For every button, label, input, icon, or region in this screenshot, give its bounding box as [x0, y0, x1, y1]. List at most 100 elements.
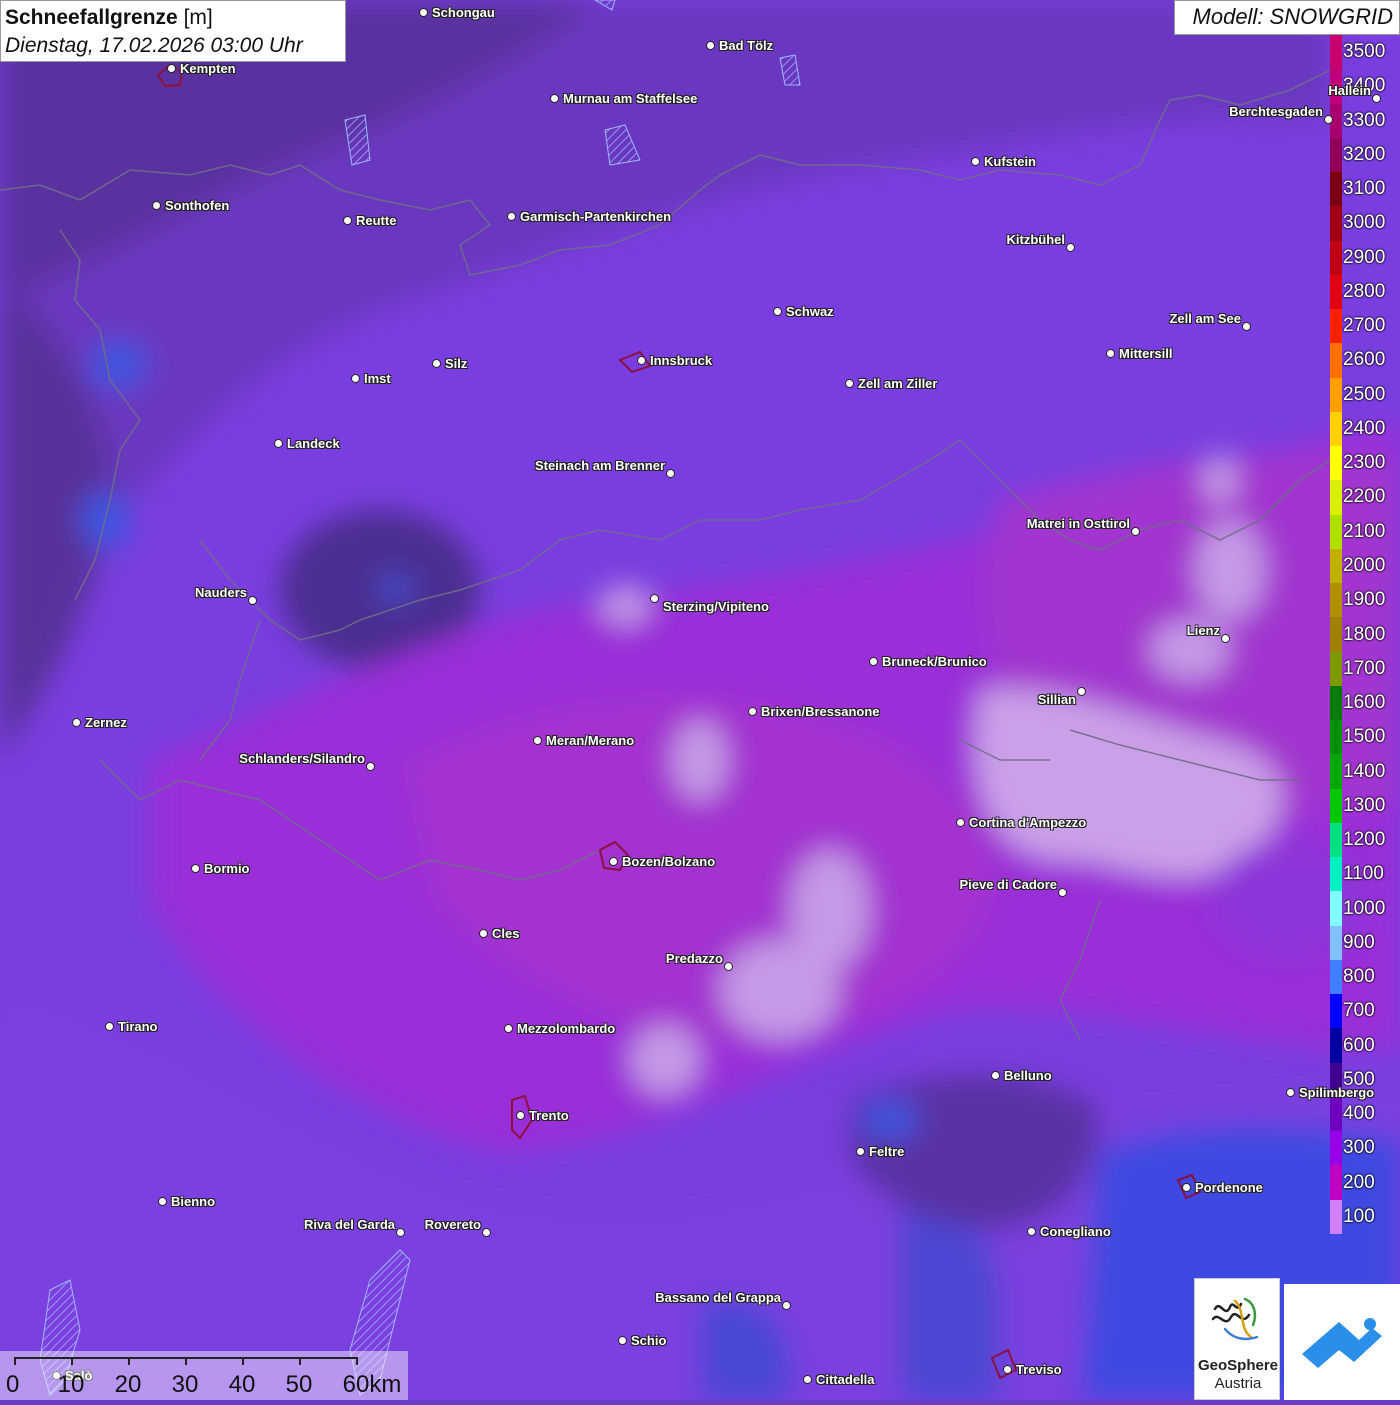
city-marker[interactable]	[666, 469, 675, 478]
city-label[interactable]: Bruneck/Brunico	[882, 654, 987, 669]
city-label[interactable]: Kitzbühel	[1007, 232, 1066, 247]
city-marker[interactable]	[956, 818, 965, 827]
city-marker[interactable]	[1242, 322, 1251, 331]
city-label[interactable]: Schwaz	[786, 304, 834, 319]
city-marker[interactable]	[105, 1022, 114, 1031]
city-label[interactable]: Bienno	[171, 1194, 215, 1209]
city-label[interactable]: Zell am Ziller	[858, 376, 937, 391]
city-marker[interactable]	[1182, 1183, 1191, 1192]
city-label[interactable]: Rovereto	[425, 1217, 481, 1232]
city-marker[interactable]	[724, 962, 733, 971]
city-label[interactable]: Spilimbergo	[1299, 1085, 1374, 1100]
city-marker[interactable]	[274, 439, 283, 448]
city-marker[interactable]	[618, 1336, 627, 1345]
city-marker[interactable]	[637, 356, 646, 365]
city-marker[interactable]	[419, 8, 428, 17]
city-marker[interactable]	[845, 379, 854, 388]
city-marker[interactable]	[782, 1301, 791, 1310]
city-marker[interactable]	[971, 157, 980, 166]
city-label[interactable]: Cortina d'Ampezzo	[969, 815, 1086, 830]
city-label[interactable]: Predazzo	[666, 951, 723, 966]
city-label[interactable]: Bassano del Grappa	[655, 1290, 781, 1305]
city-marker[interactable]	[351, 374, 360, 383]
city-label[interactable]: Sterzing/Vipiteno	[663, 599, 769, 614]
city-label[interactable]: Silz	[445, 356, 467, 371]
city-label[interactable]: Feltre	[869, 1144, 904, 1159]
city-marker[interactable]	[1066, 243, 1075, 252]
city-marker[interactable]	[1027, 1227, 1036, 1236]
city-marker[interactable]	[343, 216, 352, 225]
city-label[interactable]: Kempten	[180, 61, 236, 76]
city-marker[interactable]	[158, 1197, 167, 1206]
city-label[interactable]: Pieve di Cadore	[959, 877, 1057, 892]
city-label[interactable]: Tirano	[118, 1019, 158, 1034]
city-marker[interactable]	[432, 359, 441, 368]
city-marker[interactable]	[1003, 1365, 1012, 1374]
city-marker[interactable]	[550, 94, 559, 103]
city-marker[interactable]	[482, 1228, 491, 1237]
city-marker[interactable]	[1058, 888, 1067, 897]
city-marker[interactable]	[1131, 527, 1140, 536]
city-marker[interactable]	[167, 64, 176, 73]
city-marker[interactable]	[248, 596, 257, 605]
city-label[interactable]: Zell am See	[1169, 311, 1241, 326]
city-label[interactable]: Steinach am Brenner	[535, 458, 665, 473]
city-label[interactable]: Mittersill	[1119, 346, 1172, 361]
city-marker[interactable]	[366, 762, 375, 771]
city-label[interactable]: Zernez	[85, 715, 127, 730]
city-label[interactable]: Conegliano	[1040, 1224, 1111, 1239]
city-marker[interactable]	[706, 41, 715, 50]
city-marker[interactable]	[396, 1228, 405, 1237]
city-label[interactable]: Bozen/Bolzano	[622, 854, 715, 869]
city-marker[interactable]	[1372, 94, 1381, 103]
city-label[interactable]: Brixen/Bressanone	[761, 704, 880, 719]
city-label[interactable]: Murnau am Staffelsee	[563, 91, 697, 106]
city-marker[interactable]	[1106, 349, 1115, 358]
city-label[interactable]: Sillian	[1038, 692, 1076, 707]
city-marker[interactable]	[748, 707, 757, 716]
city-marker[interactable]	[773, 307, 782, 316]
city-label[interactable]: Trento	[529, 1108, 569, 1123]
city-label[interactable]: Innsbruck	[650, 353, 712, 368]
city-label[interactable]: Cles	[492, 926, 519, 941]
city-marker[interactable]	[507, 212, 516, 221]
city-label[interactable]: Landeck	[287, 436, 340, 451]
city-marker[interactable]	[650, 594, 659, 603]
city-marker[interactable]	[479, 929, 488, 938]
city-label[interactable]: Reutte	[356, 213, 396, 228]
city-marker[interactable]	[72, 718, 81, 727]
city-marker[interactable]	[1324, 115, 1333, 124]
city-marker[interactable]	[991, 1071, 1000, 1080]
city-label[interactable]: Imst	[364, 371, 391, 386]
city-marker[interactable]	[516, 1111, 525, 1120]
city-label[interactable]: Cittadella	[816, 1372, 875, 1387]
city-label[interactable]: Bad Tölz	[719, 38, 773, 53]
city-marker[interactable]	[856, 1147, 865, 1156]
city-label[interactable]: Matrei in Osttirol	[1027, 516, 1130, 531]
city-label[interactable]: Schongau	[432, 5, 495, 20]
city-label[interactable]: Garmisch-Partenkirchen	[520, 209, 671, 224]
city-label[interactable]: Berchtesgaden	[1229, 104, 1323, 119]
city-marker[interactable]	[533, 736, 542, 745]
city-marker[interactable]	[191, 864, 200, 873]
city-label[interactable]: Kufstein	[984, 154, 1036, 169]
city-marker[interactable]	[869, 657, 878, 666]
city-label[interactable]: Belluno	[1004, 1068, 1052, 1083]
city-label[interactable]: Mezzolombardo	[517, 1021, 615, 1036]
city-marker[interactable]	[1286, 1088, 1295, 1097]
city-marker[interactable]	[152, 201, 161, 210]
city-marker[interactable]	[609, 857, 618, 866]
city-label[interactable]: Schlanders/Silandro	[239, 751, 365, 766]
city-label[interactable]: Riva del Garda	[304, 1217, 395, 1232]
city-label[interactable]: Meran/Merano	[546, 733, 634, 748]
city-label[interactable]: Pordenone	[1195, 1180, 1263, 1195]
city-marker[interactable]	[1077, 687, 1086, 696]
city-marker[interactable]	[803, 1375, 812, 1384]
city-label[interactable]: Treviso	[1016, 1362, 1062, 1377]
city-label[interactable]: Lienz	[1187, 623, 1220, 638]
city-label[interactable]: Bormio	[204, 861, 250, 876]
city-label[interactable]: Hallein	[1328, 83, 1371, 98]
city-label[interactable]: Nauders	[195, 585, 247, 600]
city-marker[interactable]	[1221, 634, 1230, 643]
city-label[interactable]: Schio	[631, 1333, 666, 1348]
